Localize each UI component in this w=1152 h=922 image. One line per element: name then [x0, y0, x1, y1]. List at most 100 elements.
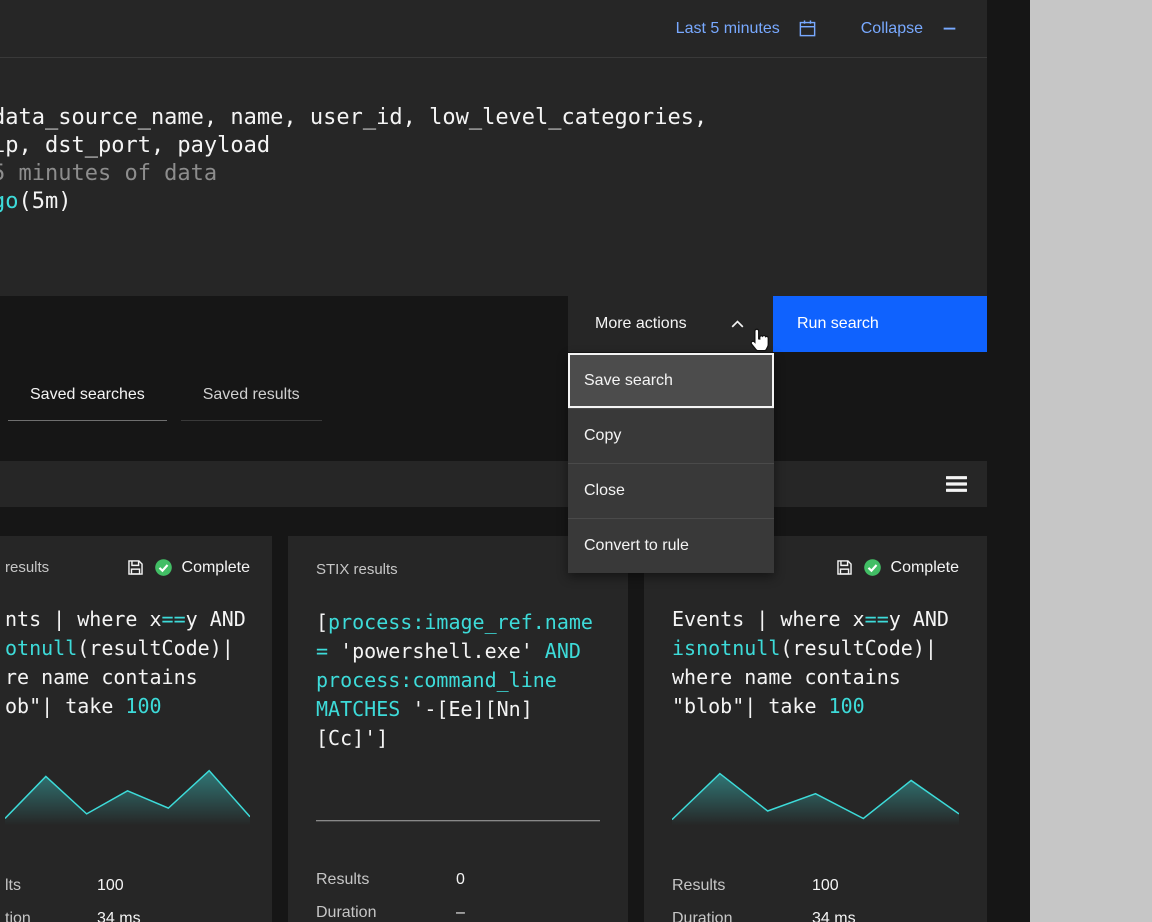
collapse-label: Collapse	[861, 20, 923, 38]
sparkline-chart	[5, 757, 250, 829]
code-line: nts | where x==y AND	[5, 605, 250, 634]
stat-label: Duration	[672, 910, 812, 922]
stat-row: Results0	[316, 863, 600, 896]
code-segment: (resultCode)|	[77, 636, 234, 660]
save-icon[interactable]	[126, 558, 145, 577]
code-segment: process:command_line	[316, 668, 557, 692]
code-segment: AND	[545, 639, 581, 663]
code-segment: (resultCode)|	[780, 636, 937, 660]
code-segment: (5m)	[19, 189, 72, 214]
code-segment: ==	[865, 607, 889, 631]
subtract-icon	[941, 20, 958, 37]
more-actions-button[interactable]: More actions	[568, 296, 773, 352]
code-segment: [Cc]']	[316, 726, 388, 750]
stat-value: 100	[97, 877, 124, 895]
code-line: [Cc]']	[316, 724, 600, 753]
card-code: Events | where x==y ANDisnotnull(resultC…	[672, 605, 959, 721]
code-line: data_source_name, name, user_id, low_lev…	[0, 104, 971, 132]
code-line: Events | where x==y AND	[672, 605, 959, 634]
more-actions-menu: Save searchCopyCloseConvert to rule	[568, 353, 774, 573]
stat-label: Duration	[316, 904, 456, 922]
stat-label: Results	[672, 877, 812, 895]
collapse-button[interactable]: Collapse	[861, 20, 958, 38]
code-segment: where name contains	[672, 665, 901, 689]
card-stats: Results100Duration34 ms	[672, 869, 959, 922]
stat-value: 0	[456, 871, 465, 889]
code-line: = 'powershell.exe' AND	[316, 637, 600, 666]
code-segment: ip, dst_port, payload	[0, 133, 270, 158]
run-search-button[interactable]: Run search	[773, 296, 987, 352]
code-line: ip, dst_port, payload	[0, 132, 971, 160]
top-bar: Last 5 minutes Collapse	[0, 0, 987, 58]
stat-value: 34 ms	[97, 910, 141, 922]
menu-item-close[interactable]: Close	[568, 463, 774, 518]
card-stats: Results0 Duration–	[316, 863, 600, 922]
checkmark-filled-icon	[154, 558, 173, 577]
code-line: where name contains	[672, 663, 959, 692]
rows-icon[interactable]	[946, 475, 967, 493]
card-header: STIX results	[316, 558, 600, 580]
code-segment: 5 minutes of data	[0, 161, 217, 186]
result-card-stix: STIX results [process:image_ref.name= 'po…	[288, 536, 628, 922]
query-editor[interactable]: data_source_name, name, user_id, low_lev…	[0, 58, 987, 296]
stat-row: Results100	[672, 869, 959, 902]
stat-row: lts100	[5, 869, 250, 902]
query-editor-code: data_source_name, name, user_id, low_lev…	[0, 104, 971, 216]
results-cards: resultsCompletents | where x==y ANDotnul…	[0, 536, 987, 922]
stat-value: –	[456, 904, 465, 922]
checkmark-filled-icon	[863, 558, 882, 577]
code-segment: process:image_ref.name	[328, 610, 593, 634]
save-icon[interactable]	[835, 558, 854, 577]
code-segment: y AND	[186, 607, 246, 631]
code-segment: data_source_name, name, user_id, low_lev…	[0, 105, 707, 130]
calendar-icon	[798, 19, 817, 38]
code-line: [process:image_ref.name	[316, 608, 600, 637]
app-window: Last 5 minutes Collapse data_source_name…	[0, 0, 1030, 922]
code-line: 5 minutes of data	[0, 160, 971, 188]
code-line: "blob"| take 100	[672, 692, 959, 721]
code-segment: 100	[125, 694, 161, 718]
stat-label: lts	[5, 877, 97, 895]
card-header: results Complete	[5, 558, 250, 577]
sparkline-chart	[316, 779, 600, 823]
code-line: ob"| take 100	[5, 692, 250, 721]
code-segment: nts | where x	[5, 607, 162, 631]
menu-item-copy[interactable]: Copy	[568, 408, 774, 463]
stat-value: 100	[812, 877, 839, 895]
code-line: re name contains	[5, 663, 250, 692]
tab-saved-results[interactable]: Saved results	[181, 382, 322, 421]
sparkline-chart	[672, 757, 959, 829]
code-line: MATCHES '-[Ee][Nn]	[316, 695, 600, 724]
result-card-left: resultsCompletents | where x==y ANDotnul…	[0, 536, 272, 922]
code-segment: otnull	[5, 636, 77, 660]
code-line: isnotnull(resultCode)|	[672, 634, 959, 663]
code-line: otnull(resultCode)|	[5, 634, 250, 663]
code-segment: re name contains	[5, 665, 198, 689]
stat-row: Duration34 ms	[672, 902, 959, 922]
card-title: STIX results	[316, 561, 600, 578]
code-segment: ob"| take	[5, 694, 125, 718]
stat-value: 34 ms	[812, 910, 856, 922]
code-segment: '-[Ee][Nn]	[412, 697, 532, 721]
status-label: Complete	[182, 559, 250, 577]
time-range-button[interactable]: Last 5 minutes	[676, 19, 817, 38]
tab-saved-searches[interactable]: Saved searches	[8, 382, 167, 421]
card-stats: lts100 tion34 ms	[5, 869, 250, 922]
card-title: results	[5, 559, 117, 576]
code-segment: ==	[162, 607, 186, 631]
menu-item-convert-to-rule[interactable]: Convert to rule	[568, 518, 774, 573]
stat-label: tion	[5, 910, 97, 922]
status-label: Complete	[891, 559, 959, 577]
code-segment: 'powershell.exe'	[340, 639, 545, 663]
menu-item-save-search[interactable]: Save search	[568, 353, 774, 408]
code-segment: =	[316, 639, 340, 663]
code-segment: 100	[829, 694, 865, 718]
time-range-label: Last 5 minutes	[676, 20, 780, 38]
result-card-right: Complete Events | where x==y ANDisnotnull…	[644, 536, 987, 922]
chevron-up-icon	[729, 316, 746, 333]
code-segment: "blob"| take	[672, 694, 829, 718]
code-segment: Events | where x	[672, 607, 865, 631]
code-line: process:command_line	[316, 666, 600, 695]
code-segment: go	[0, 189, 19, 214]
saved-tabs: Saved searches Saved results	[0, 352, 987, 421]
